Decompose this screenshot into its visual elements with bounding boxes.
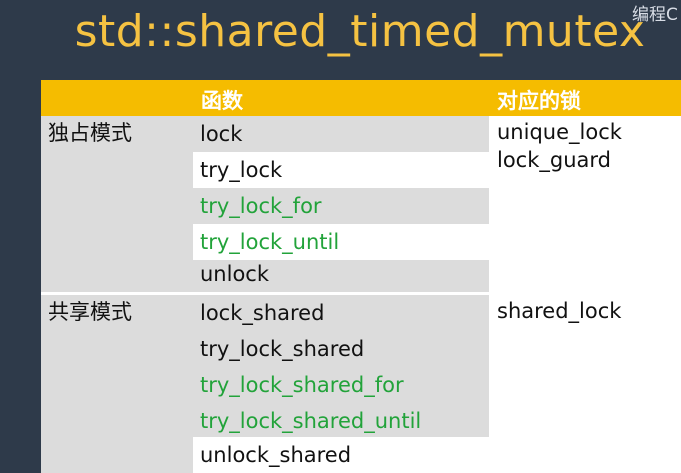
- mode-label-exclusive: 独占模式: [48, 121, 132, 145]
- function-try-lock-shared-until: try_lock_shared_until: [200, 409, 422, 433]
- exclusive-mode-section: 独占模式 lock try_lock try_lock_for try_lock…: [41, 116, 681, 292]
- mode-label-shared: 共享模式: [48, 300, 132, 324]
- watermark-text: 编程C: [632, 5, 678, 25]
- function-try-lock-until: try_lock_until: [193, 224, 489, 260]
- locks-exclusive: unique_lock lock_guard: [497, 118, 622, 174]
- function-lock: lock: [200, 122, 243, 146]
- function-lock-shared: lock_shared: [200, 301, 325, 325]
- lock-lock-guard: lock_guard: [497, 148, 611, 172]
- function-unlock-shared: unlock_shared: [193, 437, 489, 473]
- function-try-lock-for: try_lock_for: [200, 194, 322, 218]
- locks-shared: shared_lock: [497, 297, 621, 325]
- table-header: 函数 对应的锁: [41, 80, 681, 116]
- function-try-lock-shared: try_lock_shared: [193, 331, 489, 367]
- lock-shared-lock: shared_lock: [497, 299, 622, 323]
- mutex-table: 函数 对应的锁 独占模式 lock try_lock try_lock_for …: [41, 80, 681, 473]
- shared-mode-section: 共享模式 lock_shared try_lock_shared try_loc…: [41, 295, 681, 473]
- header-functions: 函数: [201, 89, 243, 113]
- header-locks: 对应的锁: [497, 89, 581, 113]
- function-try-lock: try_lock: [193, 152, 489, 188]
- lock-unique-lock: unique_lock: [497, 120, 622, 144]
- page-title: std::shared_timed_mutex: [74, 6, 646, 57]
- function-unlock: unlock: [200, 262, 270, 286]
- function-try-lock-shared-for: try_lock_shared_for: [200, 373, 404, 397]
